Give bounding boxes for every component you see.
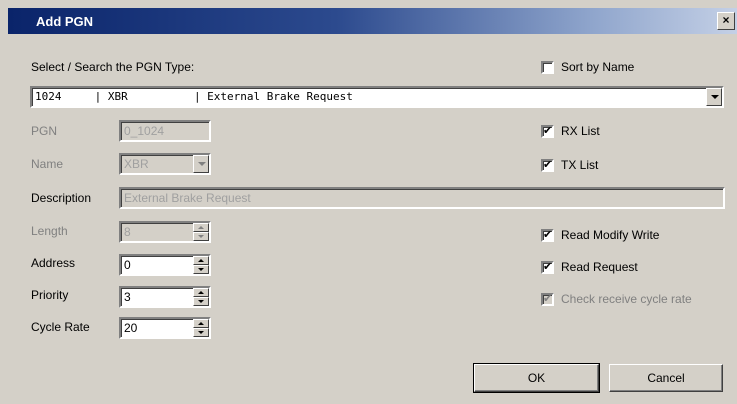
window-title: Add PGN: [36, 14, 94, 29]
address-spin-buttons[interactable]: [193, 256, 209, 274]
description-label: Description: [31, 191, 92, 205]
length-spin-down: [193, 232, 209, 241]
arrow-up-icon: [198, 259, 204, 262]
check-icon: ✔: [543, 229, 553, 241]
address-label: Address: [31, 256, 76, 270]
check-receive-cycle-rate-checkbox: ✔: [541, 293, 554, 306]
chevron-down-icon: [711, 95, 719, 99]
ok-button[interactable]: OK: [473, 363, 600, 393]
priority-spin-down[interactable]: [193, 297, 209, 306]
sort-by-name-checkbox[interactable]: [541, 61, 554, 74]
cycle-rate-spin-up[interactable]: [193, 319, 209, 328]
address-spinbox[interactable]: 0: [119, 254, 211, 276]
priority-label: Priority: [31, 288, 69, 302]
priority-value: 3: [124, 290, 131, 304]
rx-list-checkbox[interactable]: ✔: [541, 125, 554, 138]
tx-list-label: TX List: [561, 158, 599, 172]
description-field: External Brake Request: [119, 187, 725, 209]
pgn-type-dropdown-button[interactable]: [706, 88, 722, 106]
arrow-up-icon: [198, 291, 204, 294]
pgn-value: 0_1024: [124, 124, 165, 138]
name-select: XBR: [119, 153, 211, 175]
arrow-down-icon: [198, 268, 204, 271]
check-icon: ✔: [543, 125, 553, 137]
name-dropdown-button: [193, 155, 209, 173]
length-value: 8: [124, 225, 131, 239]
length-label: Length: [31, 224, 68, 238]
arrow-up-icon: [198, 322, 204, 325]
check-icon: ✔: [543, 159, 553, 171]
address-spin-down[interactable]: [193, 265, 209, 274]
description-value: External Brake Request: [124, 191, 251, 205]
read-modify-write-checkbox[interactable]: ✔: [541, 229, 554, 242]
pgn-label: PGN: [31, 124, 58, 138]
cancel-button[interactable]: Cancel: [609, 364, 723, 392]
title-bar[interactable]: Add PGN ×: [8, 8, 737, 34]
arrow-down-icon: [198, 235, 204, 238]
cycle-rate-spin-down[interactable]: [193, 328, 209, 337]
length-spinbox: 8: [119, 221, 211, 243]
check-icon: ✔: [543, 261, 553, 273]
pgn-type-combobox[interactable]: 1024 | XBR | External Brake Request: [30, 86, 724, 108]
length-spin-buttons: [193, 223, 209, 241]
pgn-type-value: 1024 | XBR | External Brake Request: [35, 90, 353, 103]
tx-list-checkbox[interactable]: ✔: [541, 159, 554, 172]
priority-spin-buttons[interactable]: [193, 288, 209, 306]
check-receive-cycle-rate-label: Check receive cycle rate: [561, 292, 692, 306]
address-value: 0: [124, 258, 131, 272]
search-label: Select / Search the PGN Type:: [31, 60, 195, 74]
close-icon: ×: [722, 13, 730, 27]
cycle-rate-spinbox[interactable]: 20: [119, 317, 211, 339]
read-request-checkbox[interactable]: ✔: [541, 261, 554, 274]
arrow-up-icon: [198, 226, 204, 229]
close-button[interactable]: ×: [717, 12, 735, 30]
priority-spin-up[interactable]: [193, 288, 209, 297]
arrow-down-icon: [198, 300, 204, 303]
pgn-field: 0_1024: [119, 120, 211, 142]
cycle-rate-value: 20: [124, 321, 138, 335]
cycle-rate-label: Cycle Rate: [31, 320, 90, 334]
add-pgn-dialog: Add PGN × Select / Search the PGN Type: …: [0, 0, 737, 404]
priority-spinbox[interactable]: 3: [119, 286, 211, 308]
arrow-down-icon: [198, 331, 204, 334]
chevron-down-icon: [198, 162, 206, 166]
cycle-rate-spin-buttons[interactable]: [193, 319, 209, 337]
read-modify-write-label: Read Modify Write: [561, 228, 660, 242]
address-spin-up[interactable]: [193, 256, 209, 265]
name-value: XBR: [124, 157, 149, 171]
sort-by-name-label: Sort by Name: [561, 60, 635, 74]
read-request-label: Read Request: [561, 260, 638, 274]
check-icon: ✔: [543, 293, 553, 305]
rx-list-label: RX List: [561, 124, 600, 138]
length-spin-up: [193, 223, 209, 232]
name-label: Name: [31, 157, 64, 171]
